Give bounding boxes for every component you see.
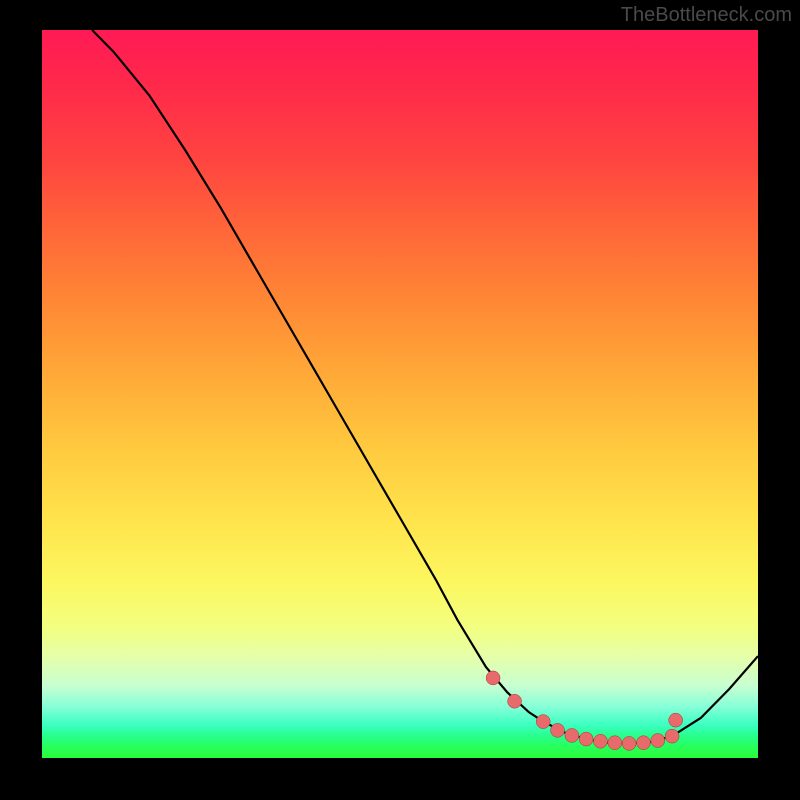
data-marker (536, 715, 550, 729)
chart-svg (42, 30, 758, 758)
plot-area (42, 30, 758, 758)
data-marker (669, 713, 683, 727)
data-marker (508, 694, 522, 708)
curve-line (92, 30, 758, 743)
watermark-text: TheBottleneck.com (621, 4, 792, 27)
markers-group (486, 671, 683, 751)
data-marker (665, 729, 679, 743)
data-marker (486, 671, 500, 685)
data-marker (565, 728, 579, 742)
data-marker (579, 732, 593, 746)
data-marker (636, 736, 650, 750)
data-marker (593, 734, 607, 748)
data-marker (651, 734, 665, 748)
data-marker (608, 736, 622, 750)
data-marker (551, 723, 565, 737)
data-marker (622, 736, 636, 750)
